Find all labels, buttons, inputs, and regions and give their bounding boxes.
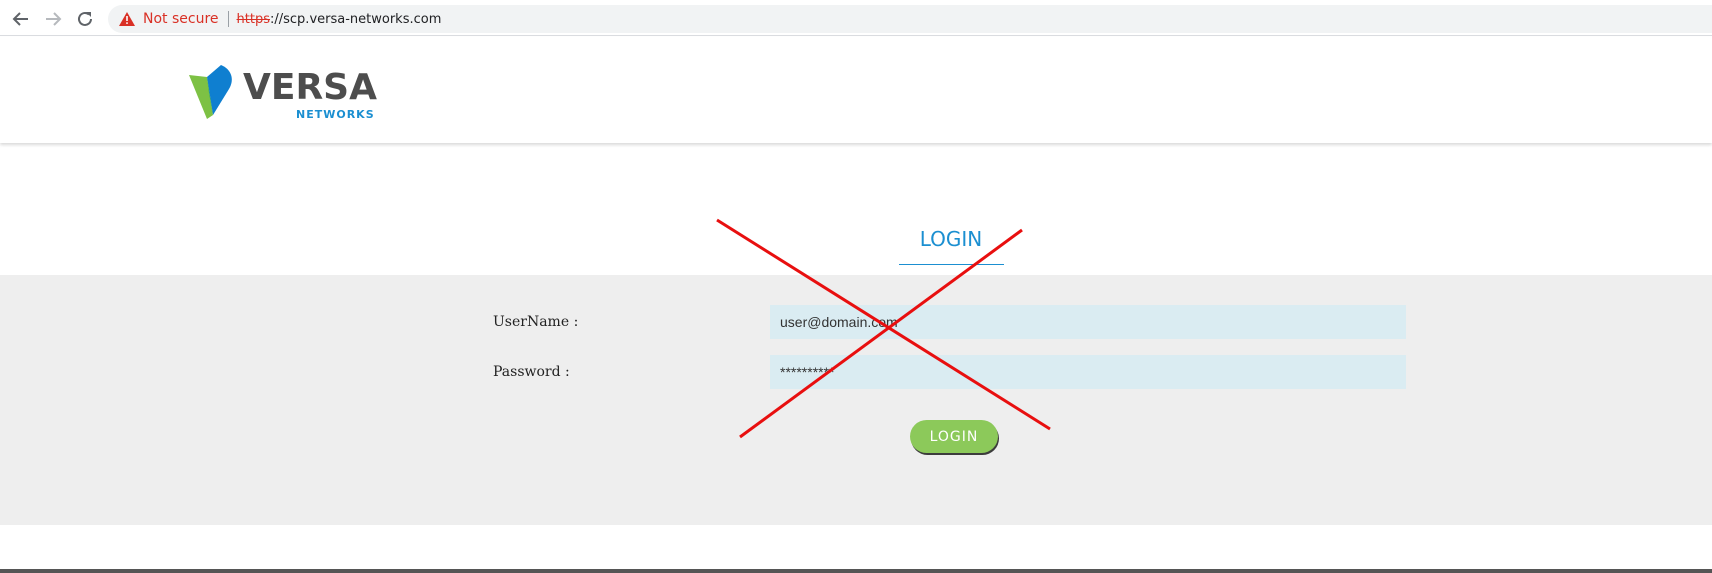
url-host: ://scp.versa-networks.com: [270, 11, 442, 27]
url-scheme: https: [236, 11, 270, 27]
back-button[interactable]: [8, 6, 34, 32]
password-input[interactable]: **********: [770, 355, 1406, 389]
footer-border: [0, 569, 1712, 573]
versa-logo-mark: [189, 65, 232, 119]
login-heading: LOGIN: [919, 227, 983, 251]
browser-toolbar: Not secure https ://scp.versa-networks.c…: [0, 0, 1712, 36]
reload-button[interactable]: [72, 6, 98, 32]
arrow-right-icon: [46, 12, 62, 26]
username-input[interactable]: user@domain.com: [770, 305, 1406, 339]
forward-button[interactable]: [40, 6, 66, 32]
login-button[interactable]: LOGIN: [910, 420, 998, 453]
address-bar[interactable]: Not secure https ://scp.versa-networks.c…: [108, 5, 1712, 33]
login-heading-underline: [899, 264, 1004, 265]
username-label: UserName :: [493, 314, 579, 330]
password-label: Password :: [493, 364, 570, 380]
arrow-left-icon: [12, 12, 28, 26]
security-status[interactable]: Not secure: [143, 11, 219, 27]
reload-icon: [78, 11, 92, 26]
logo-wordmark: VERSA: [243, 67, 377, 108]
warning-triangle-icon: [119, 12, 135, 26]
site-header: VERSA NETWORKS: [0, 37, 1712, 143]
logo-subtext: NETWORKS: [296, 108, 375, 121]
versa-logo[interactable]: VERSA NETWORKS: [187, 63, 377, 123]
address-separator: [227, 11, 229, 27]
